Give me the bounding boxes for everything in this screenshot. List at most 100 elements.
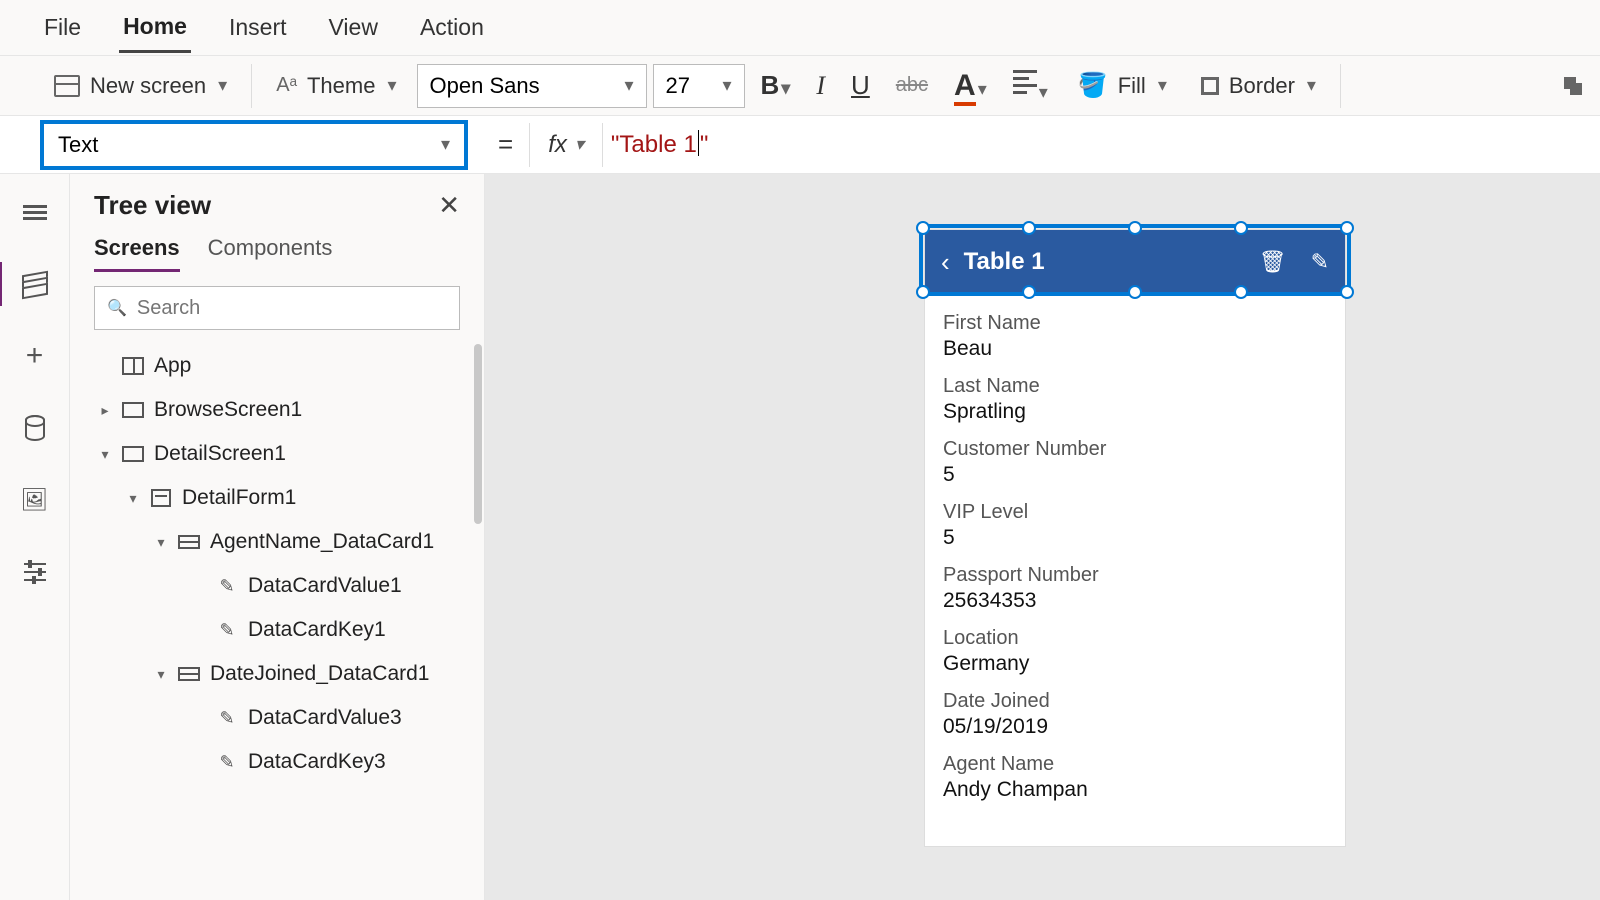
tree-view-button[interactable] — [17, 266, 53, 302]
close-panel-button[interactable]: ✕ — [438, 190, 460, 221]
font-size-value: 27 — [666, 73, 690, 99]
theme-label: Theme — [307, 73, 375, 99]
canvas[interactable]: ‹ Table 1 🗑 ✎ First NameBeauLast NameSpr… — [485, 174, 1600, 900]
arrange-icon — [1564, 77, 1582, 95]
left-rail: + 🖼 — [0, 174, 70, 900]
fill-button[interactable]: 🪣 Fill ▾ — [1064, 65, 1181, 106]
tree-node-datacardvalue1[interactable]: ✎ DataCardValue1 — [70, 564, 484, 608]
tree-node-browsescreen[interactable]: ▸ BrowseScreen1 — [70, 388, 484, 432]
field-value: Germany — [943, 652, 1327, 676]
search-icon: 🔍 — [107, 298, 127, 318]
theme-icon: Aᵃ — [276, 74, 297, 97]
preview-field: Agent NameAndy Champan — [943, 753, 1327, 802]
field-label: Location — [943, 627, 1327, 650]
align-button[interactable]: ▾ — [1003, 62, 1058, 109]
node-label: App — [154, 354, 191, 378]
form-icon — [151, 489, 171, 507]
search-box[interactable]: 🔍 — [94, 286, 460, 330]
tree-node-datecard[interactable]: ▾ DateJoined_DataCard1 — [70, 652, 484, 696]
tree-node-datacardvalue3[interactable]: ✎ DataCardValue3 — [70, 696, 484, 740]
chevron-down-icon: ▾ — [441, 134, 450, 155]
main-area: + 🖼 Tree view ✕ Screens Components 🔍 ▸ A… — [0, 174, 1600, 900]
formula-text-close: " — [700, 131, 709, 158]
fx-button[interactable]: fx ▾ — [530, 131, 602, 159]
field-label: Date Joined — [943, 690, 1327, 713]
border-label: Border — [1229, 73, 1295, 99]
menu-insert[interactable]: Insert — [225, 4, 291, 51]
preview-field: Last NameSpratling — [943, 375, 1327, 424]
chevron-down-icon: ▾ — [387, 75, 396, 96]
chevron-down-icon: ▾ — [575, 134, 584, 155]
media-button[interactable]: 🖼 — [17, 482, 53, 518]
hamburger-icon — [23, 202, 47, 223]
tab-components[interactable]: Components — [208, 235, 333, 272]
hamburger-button[interactable] — [17, 194, 53, 230]
menu-home[interactable]: Home — [119, 3, 191, 53]
italic-button[interactable]: I — [806, 67, 835, 105]
tree-node-detailform[interactable]: ▾ DetailForm1 — [70, 476, 484, 520]
plus-icon: + — [26, 339, 44, 373]
back-button[interactable]: ‹ — [941, 247, 950, 278]
bold-button[interactable]: B▾ — [751, 66, 801, 105]
field-value: 05/19/2019 — [943, 715, 1327, 739]
formula-bar: Text ▾ = fx ▾ "Table 1" — [0, 116, 1600, 174]
menu-action[interactable]: Action — [416, 4, 488, 51]
tree-node-detailscreen[interactable]: ▾ DetailScreen1 — [70, 432, 484, 476]
data-button[interactable] — [17, 410, 53, 446]
tab-screens[interactable]: Screens — [94, 235, 180, 272]
font-family-select[interactable]: Open Sans ▾ — [417, 64, 647, 108]
field-value: 5 — [943, 463, 1327, 487]
node-label: DateJoined_DataCard1 — [210, 662, 429, 686]
node-label: DataCardValue3 — [248, 706, 402, 730]
font-size-select[interactable]: 27 ▾ — [653, 64, 745, 108]
tree-list: ▸ App ▸ BrowseScreen1 ▾ DetailScreen1 ▾ … — [70, 344, 484, 900]
theme-button[interactable]: Aᵃ Theme ▾ — [262, 67, 410, 105]
media-icon: 🖼 — [21, 487, 49, 513]
formula-input[interactable]: "Table 1" — [603, 130, 1600, 159]
chevron-down-icon: ▾ — [218, 75, 227, 96]
settings-button[interactable] — [17, 554, 53, 590]
field-label: Agent Name — [943, 753, 1327, 776]
field-value: Spratling — [943, 400, 1327, 424]
field-value: 25634353 — [943, 589, 1327, 613]
chevron-down-icon: ▾ — [1307, 75, 1316, 96]
insert-button[interactable]: + — [17, 338, 53, 374]
preview-field: Passport Number25634353 — [943, 564, 1327, 613]
delete-button[interactable]: 🗑 — [1259, 249, 1287, 275]
caret-right-icon: ▸ — [98, 402, 112, 419]
screen-icon — [122, 446, 144, 462]
menu-view[interactable]: View — [325, 4, 382, 51]
card-icon — [178, 535, 200, 549]
field-label: Passport Number — [943, 564, 1327, 587]
edit-button[interactable]: ✎ — [1311, 249, 1329, 275]
menu-file[interactable]: File — [40, 4, 85, 51]
tree-node-app[interactable]: ▸ App — [70, 344, 484, 388]
tree-node-datacardkey3[interactable]: ✎ DataCardKey3 — [70, 740, 484, 784]
border-icon — [1201, 77, 1219, 95]
divider — [251, 64, 252, 108]
chevron-down-icon: ▾ — [1158, 75, 1167, 96]
font-color-button[interactable]: A▾ — [944, 65, 997, 107]
divider — [1340, 64, 1341, 108]
app-icon — [122, 357, 144, 375]
caret-down-icon: ▾ — [154, 534, 168, 551]
property-selector[interactable]: Text ▾ — [40, 120, 468, 170]
menu-bar: File Home Insert View Action — [0, 0, 1600, 56]
underline-button[interactable]: U — [841, 66, 880, 105]
database-icon — [25, 415, 45, 441]
node-label: DataCardKey3 — [248, 750, 386, 774]
new-screen-button[interactable]: New screen ▾ — [40, 67, 241, 105]
tree-node-agentcard[interactable]: ▾ AgentName_DataCard1 — [70, 520, 484, 564]
property-value: Text — [58, 132, 98, 158]
border-button[interactable]: Border ▾ — [1187, 67, 1330, 105]
field-label: VIP Level — [943, 501, 1327, 524]
strikethrough-button[interactable]: abc — [886, 70, 938, 101]
node-label: AgentName_DataCard1 — [210, 530, 434, 554]
edit-icon: ✎ — [216, 577, 238, 595]
search-input[interactable] — [137, 297, 447, 320]
tree-node-datacardkey1[interactable]: ✎ DataCardKey1 — [70, 608, 484, 652]
ribbon-toolbar: New screen ▾ Aᵃ Theme ▾ Open Sans ▾ 27 ▾… — [0, 56, 1600, 116]
text-cursor — [698, 130, 699, 156]
preview-field: LocationGermany — [943, 627, 1327, 676]
arrange-button[interactable] — [1550, 71, 1592, 101]
